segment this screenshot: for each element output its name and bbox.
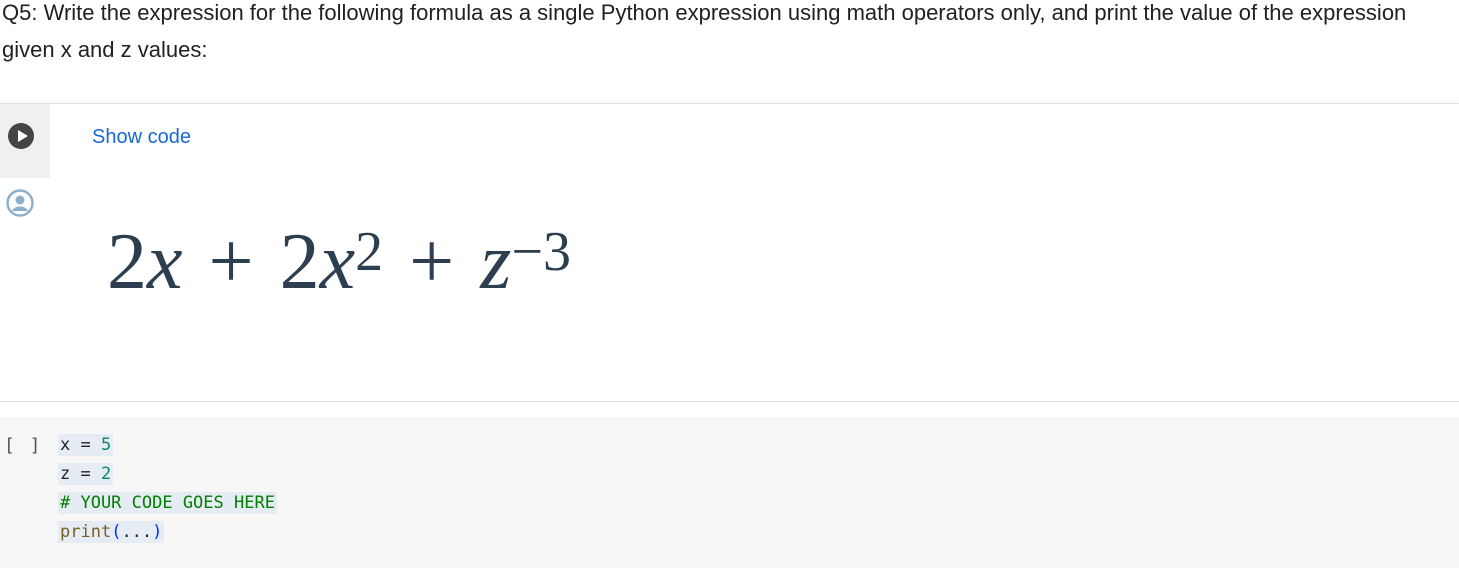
code-line-4[interactable]: print(...) bbox=[58, 518, 277, 547]
code-token-number: 2 bbox=[101, 464, 112, 484]
code-token-number: 5 bbox=[101, 435, 112, 455]
code-comment: # YOUR CODE GOES HERE bbox=[60, 493, 275, 513]
term1-coefficient: 2 bbox=[107, 218, 147, 306]
term3-variable: z bbox=[480, 218, 512, 306]
user-avatar-icon bbox=[6, 189, 34, 217]
code-cell[interactable]: [ ] x = 5 z = 2 # YOUR CODE GOES HERE pr… bbox=[0, 417, 1459, 568]
code-token-paren-open: ( bbox=[111, 522, 122, 542]
code-token-function: print bbox=[60, 522, 112, 542]
code-line-1[interactable]: x = 5 bbox=[58, 431, 277, 460]
code-token-assign: = bbox=[80, 435, 91, 455]
code-token-assign: = bbox=[80, 464, 91, 484]
math-formula: 2x +2x2 + z−3 bbox=[107, 202, 571, 330]
code-token-ellipsis: ... bbox=[121, 522, 153, 542]
plus-operator-1: + bbox=[208, 218, 254, 306]
term2-variable: x bbox=[319, 218, 356, 306]
code-token-paren-close: ) bbox=[152, 522, 163, 542]
code-token-var-z: z bbox=[60, 464, 71, 484]
code-token-var-x: x bbox=[60, 435, 71, 455]
code-line-3[interactable]: # YOUR CODE GOES HERE bbox=[58, 489, 277, 518]
show-code-link[interactable]: Show code bbox=[92, 126, 191, 149]
plus-operator-2: + bbox=[409, 218, 455, 306]
term2-coefficient: 2 bbox=[279, 218, 320, 306]
cell-gutter bbox=[0, 104, 50, 178]
play-circle-icon[interactable] bbox=[7, 122, 35, 150]
term3-exponent: −3 bbox=[511, 221, 572, 283]
text-cell[interactable]: Show code 2x +2x2 + z−3 bbox=[0, 103, 1459, 402]
question-text: Q5: Write the expression for the followi… bbox=[2, 0, 1407, 62]
term1-variable: x bbox=[147, 218, 183, 306]
code-line-2[interactable]: z = 2 bbox=[58, 460, 277, 489]
code-editor[interactable]: x = 5 z = 2 # YOUR CODE GOES HERE print(… bbox=[58, 431, 277, 547]
term2-exponent: 2 bbox=[355, 221, 384, 283]
cell-execution-count[interactable]: [ ] bbox=[4, 435, 43, 456]
